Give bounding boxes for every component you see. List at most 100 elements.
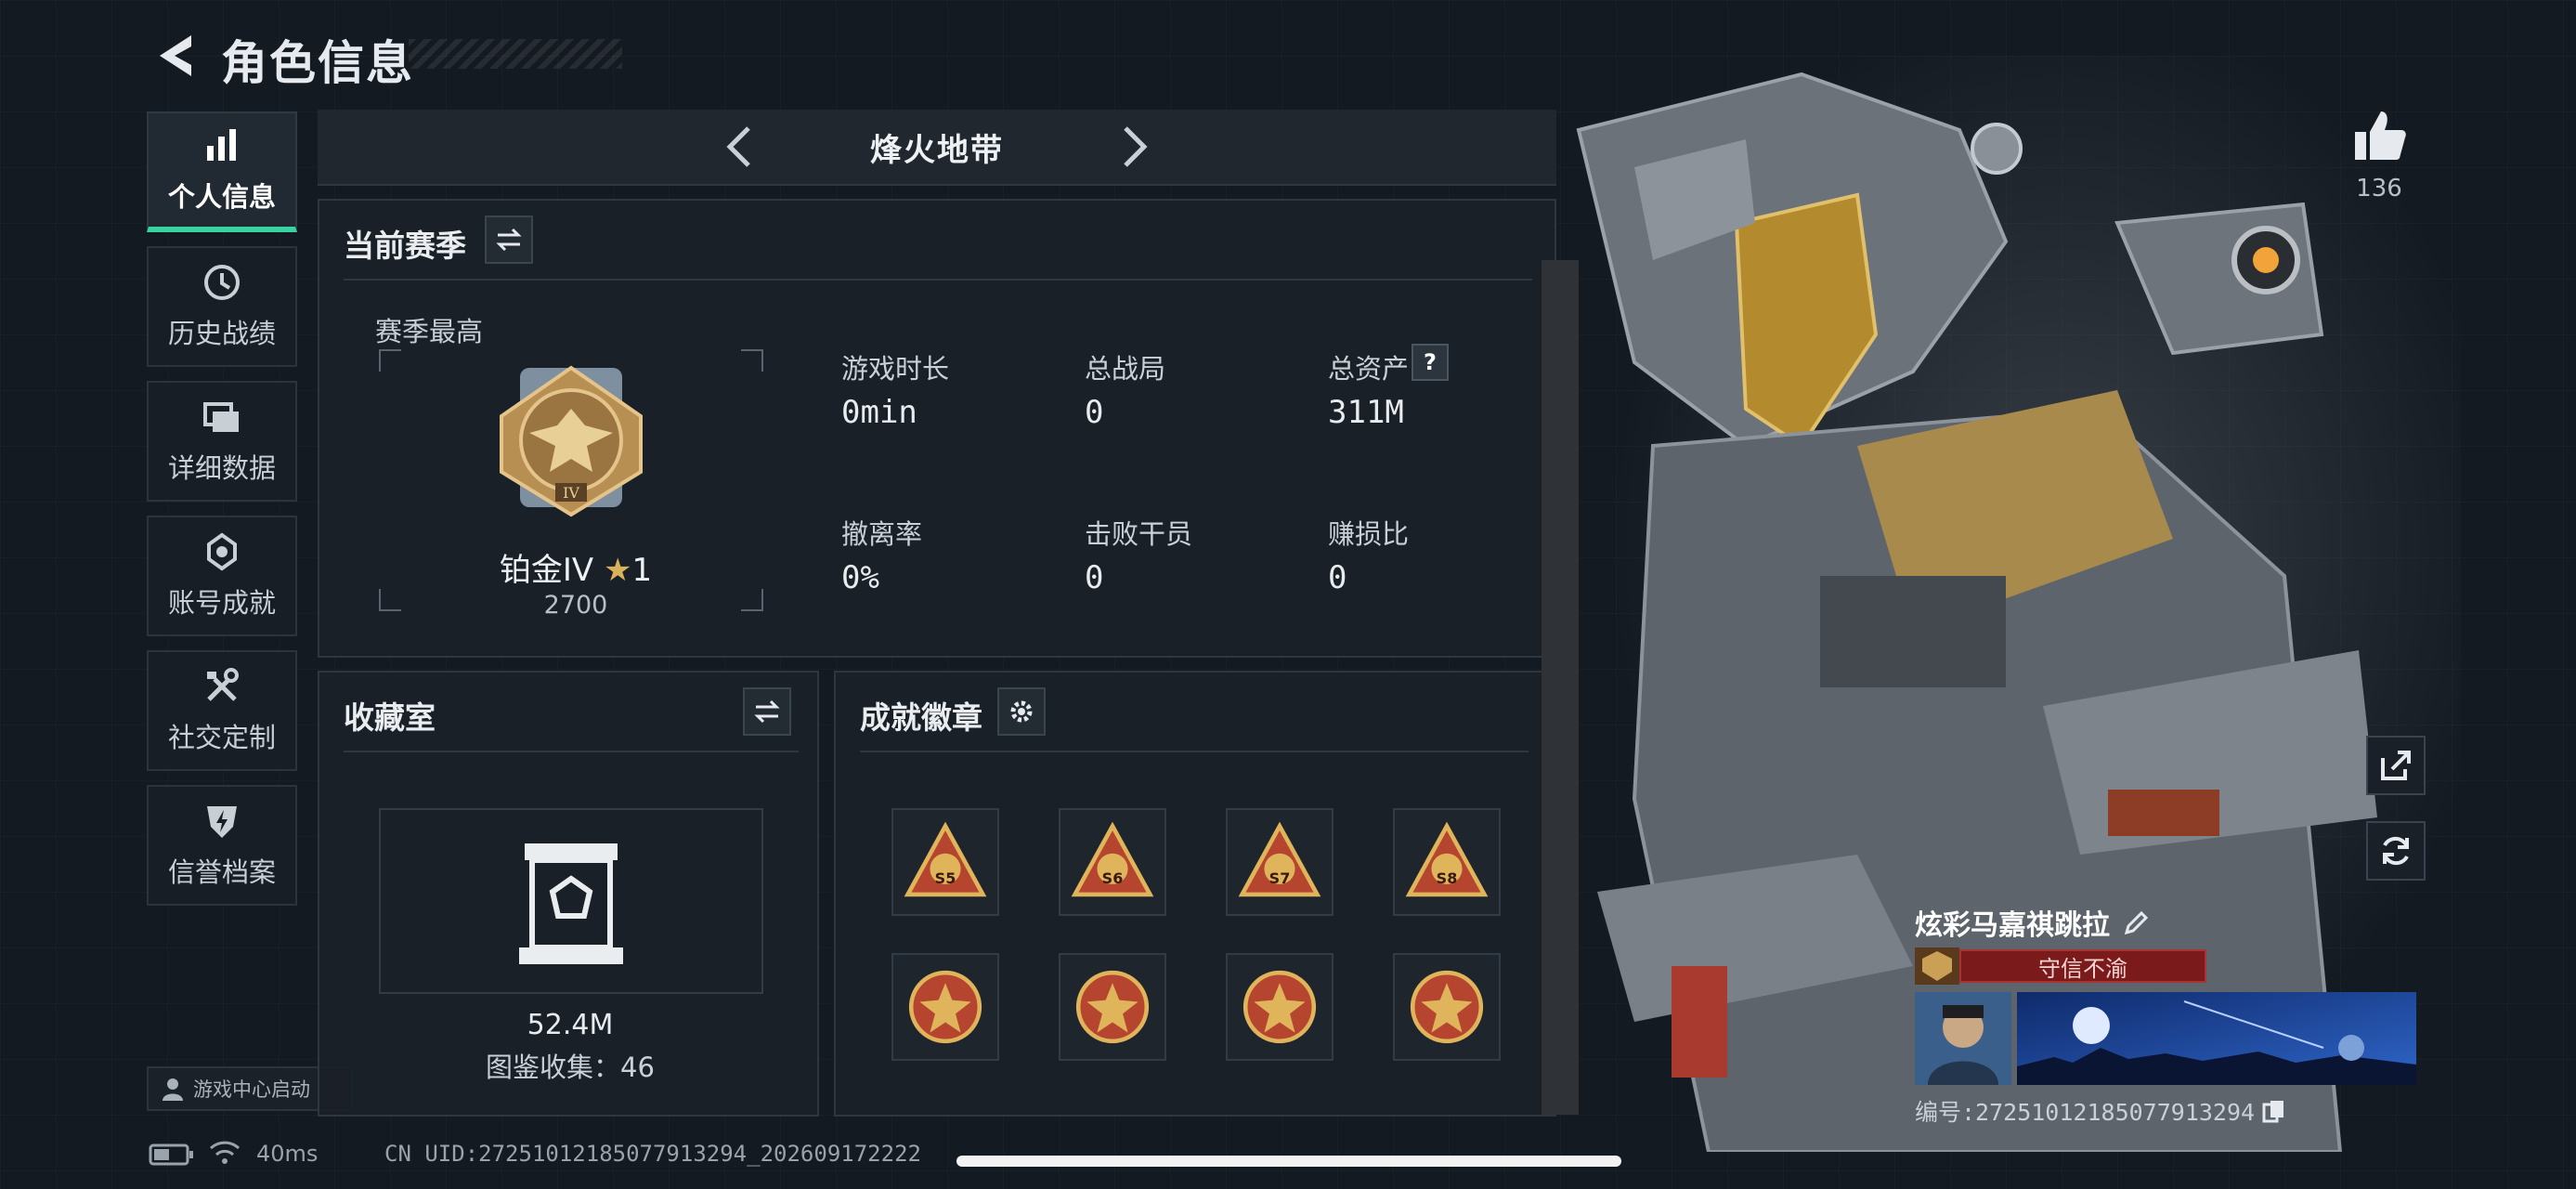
- share-button[interactable]: [2366, 736, 2426, 795]
- folder-icon: [203, 402, 239, 432]
- sidebar-item-label: 历史战绩: [167, 318, 276, 349]
- sidebar-item-label: 详细数据: [167, 452, 276, 484]
- achievement-badge[interactable]: S5: [891, 808, 999, 916]
- thumbs-up-icon[interactable]: [2349, 106, 2409, 165]
- collection-value: 52.4M: [527, 1009, 614, 1041]
- sidebar-item-social-custom[interactable]: 社交定制: [147, 650, 297, 771]
- copy-icon[interactable]: [2262, 1099, 2286, 1123]
- page-title: 角色信息: [221, 36, 414, 90]
- rotate-button[interactable]: [2366, 821, 2426, 881]
- sidebar-item-personal-info[interactable]: 个人信息: [147, 111, 297, 232]
- stat-label: 总战局: [1085, 353, 1166, 385]
- badge-emblem-icon: [1405, 821, 1489, 897]
- achievements-title: 成就徽章: [860, 699, 982, 736]
- badge-label: S7: [1268, 869, 1291, 887]
- collection-panel: 收藏室 52.4M 图鉴收集：46: [318, 671, 819, 1117]
- achievement-badge[interactable]: S7: [1226, 808, 1334, 916]
- clock-icon: [204, 265, 240, 300]
- avatar[interactable]: [1915, 992, 2011, 1085]
- back-arrow-icon[interactable]: [149, 28, 204, 84]
- badge-emblem-icon: [1071, 821, 1154, 897]
- player-name: 炫彩马嘉祺跳拉: [1915, 909, 2110, 942]
- stat-label: 游戏时长: [841, 353, 950, 385]
- wifi-icon: [209, 1141, 241, 1164]
- badge-label: S6: [1101, 869, 1124, 887]
- divider: [344, 279, 1532, 281]
- star-icon: ★: [603, 552, 632, 589]
- season-panel: 当前赛季 赛季最高 IV 铂金IV ★1 2700 游戏时长 0min 总战局 …: [318, 199, 1556, 658]
- swap-icon: [754, 699, 780, 724]
- achievement-badge[interactable]: S8: [1393, 808, 1501, 916]
- help-button[interactable]: ?: [1412, 344, 1449, 381]
- title-badge-icon: [1915, 947, 1959, 985]
- achievement-badge[interactable]: [1393, 953, 1501, 1061]
- badge-label: S5: [934, 869, 956, 887]
- frame-corner: [379, 589, 401, 611]
- stat-value: 0min: [841, 394, 917, 431]
- shield-bolt-icon: [207, 806, 237, 838]
- frame-corner: [741, 349, 763, 372]
- tools-icon: [207, 668, 239, 701]
- season-switch-button[interactable]: [485, 216, 533, 264]
- divider: [860, 751, 1529, 752]
- chevron-right-icon[interactable]: [1107, 121, 1159, 173]
- achievements-settings-button[interactable]: [997, 687, 1046, 736]
- share-icon: [2381, 751, 2411, 780]
- achievement-badge[interactable]: S6: [1059, 808, 1166, 916]
- stat-label: 击败干员: [1085, 518, 1193, 550]
- catalog-count: 图鉴收集：46: [486, 1052, 655, 1083]
- rank-points: 2700: [543, 591, 608, 620]
- gear-icon: [1010, 700, 1033, 723]
- stat-value: 0: [1085, 559, 1104, 596]
- season-title: 当前赛季: [344, 228, 466, 264]
- badge-emblem-icon: [1242, 970, 1317, 1044]
- badge-emblem-icon: [908, 970, 982, 1044]
- bar-chart-icon: [207, 129, 236, 161]
- player-name-card: 炫彩马嘉祺跳拉 守信不渝 编号:272510121850779132​94: [1915, 901, 2426, 1128]
- chevron-left-icon[interactable]: [715, 121, 767, 173]
- sidebar-item-credit-record[interactable]: 信誉档案: [147, 785, 297, 906]
- sidebar-item-label: 账号成就: [167, 587, 276, 619]
- player-uid: 编号:272510121850779132​94: [1915, 1099, 2256, 1126]
- stat-value: 0: [1328, 559, 1347, 596]
- collection-display[interactable]: [379, 808, 763, 994]
- frame-corner: [379, 349, 401, 372]
- home-indicator[interactable]: [956, 1156, 1621, 1167]
- stat-value: 0%: [841, 559, 879, 596]
- divider: [344, 751, 799, 752]
- launch-label: 游戏中心启动: [193, 1078, 310, 1101]
- name-card-banner: [2017, 992, 2416, 1085]
- achievement-badge[interactable]: [891, 953, 999, 1061]
- swap-icon: [496, 228, 522, 252]
- sidebar-item-achievements[interactable]: 账号成就: [147, 516, 297, 636]
- battery-icon: [149, 1143, 193, 1166]
- rank-stars: 1: [631, 552, 653, 589]
- achievements-panel: 成就徽章 S5 S6 S7 S8: [834, 671, 1556, 1117]
- badge-emblem-icon: [1075, 970, 1150, 1044]
- badge-emblem-icon: [904, 821, 987, 897]
- stat-label: 总资产: [1328, 353, 1410, 385]
- sidebar-item-label: 社交定制: [167, 722, 276, 753]
- season-best-label: 赛季最高: [375, 316, 484, 347]
- sidebar-item-label: 个人信息: [167, 181, 276, 213]
- mode-selector: 烽火地带: [318, 110, 1556, 186]
- achievement-badge[interactable]: [1059, 953, 1166, 1061]
- sidebar-item-label: 信誉档案: [167, 856, 276, 888]
- stat-value: 311M: [1328, 394, 1404, 431]
- achievement-badge[interactable]: [1226, 953, 1334, 1061]
- title-decoration: [409, 39, 622, 69]
- refresh-icon: [2383, 836, 2409, 866]
- sidebar-item-detailed-data[interactable]: 详细数据: [147, 381, 297, 502]
- ping: 40ms: [256, 1141, 319, 1167]
- person-icon: [163, 1078, 183, 1101]
- edit-pencil-icon[interactable]: [2123, 908, 2151, 936]
- stat-label: 撤离率: [841, 518, 923, 550]
- frame-corner: [741, 589, 763, 611]
- rank-line: 铂金IV ★1: [464, 544, 687, 590]
- collection-title: 收藏室: [344, 699, 436, 736]
- collection-switch-button[interactable]: [743, 687, 791, 736]
- badge-label: S8: [1436, 869, 1458, 887]
- stat-label: 赚损比: [1328, 518, 1410, 550]
- rank-emblem-icon: IV: [500, 365, 643, 517]
- sidebar-item-match-history[interactable]: 历史战绩: [147, 246, 297, 367]
